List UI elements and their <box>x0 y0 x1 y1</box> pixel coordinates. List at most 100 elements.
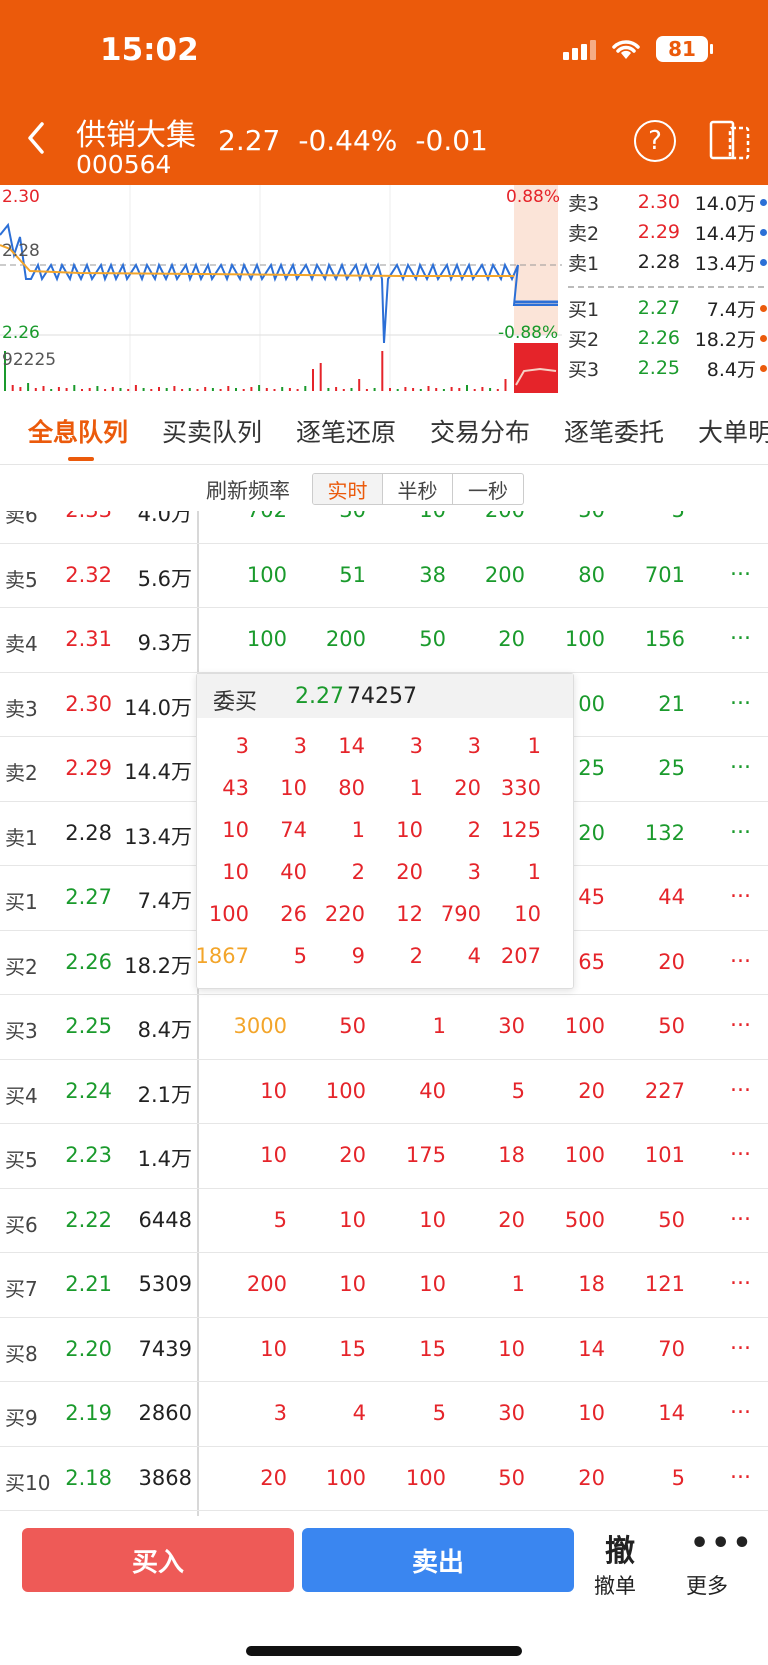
queue-price: 2.29 <box>65 756 112 780</box>
price-mid-label: 2.28 <box>2 241 40 261</box>
row-more-button[interactable]: ... <box>730 620 751 645</box>
row-more-button[interactable]: ... <box>730 1330 751 1355</box>
queue-qty: 70 <box>658 1336 685 1361</box>
row-more-button[interactable]: ... <box>730 1007 751 1032</box>
popup-qty: 10 <box>222 818 249 842</box>
cancel-order-label[interactable]: 撤单 <box>594 1570 636 1600</box>
order-book-price: 2.26 <box>637 327 680 349</box>
queue-qty: 20 <box>260 1465 287 1490</box>
row-more-button[interactable]: ... <box>730 1265 751 1290</box>
order-book-row: 买2 2.26 18.2万 <box>568 323 768 353</box>
order-book-dot-icon <box>760 364 767 372</box>
table-row[interactable]: 卖4 2.31 9.3万 100 200 50 20 100 156... <box>0 608 768 673</box>
popup-qty: 790 <box>440 902 481 926</box>
row-more-button[interactable]: ... <box>730 1201 751 1226</box>
chart-volume-bar <box>204 387 207 391</box>
queue-price: 2.22 <box>65 1207 112 1232</box>
order-book-volume: 13.4万 <box>694 252 756 275</box>
queue-price: 2.25 <box>65 1014 112 1038</box>
row-more-button[interactable]: ... <box>730 511 751 516</box>
table-row[interactable]: 买5 2.23 1.4万 10 20 175 18 100 101... <box>0 1124 768 1189</box>
order-book-volume: 7.4万 <box>706 298 756 321</box>
queue-qty: 10 <box>339 1207 366 1232</box>
queue-price: 2.32 <box>65 562 112 587</box>
help-icon[interactable]: ? <box>634 120 676 162</box>
queue-price: 2.24 <box>65 1078 112 1103</box>
row-more-button[interactable]: ... <box>730 749 751 774</box>
queue-price: 2.19 <box>65 1401 112 1425</box>
queue-price: 2.27 <box>65 885 112 909</box>
row-more-button[interactable]: ... <box>730 1136 751 1161</box>
sell-button[interactable]: 卖出 <box>302 1528 574 1592</box>
table-row[interactable]: 买9 2.19 2860 3 4 5 30 10 14... <box>0 1382 768 1447</box>
more-icon[interactable]: ••• <box>690 1526 754 1561</box>
row-more-button[interactable]: ... <box>730 1459 751 1484</box>
refresh-label: 刷新频率 <box>206 479 290 503</box>
table-row[interactable]: 买3 2.25 8.4万 3000 50 1 30 100 50... <box>0 995 768 1060</box>
queue-qty: 10 <box>419 1207 446 1232</box>
table-row[interactable]: 卖5 2.32 5.6万 100 51 38 200 80 701... <box>0 544 768 608</box>
row-more-button[interactable]: ... <box>730 814 751 839</box>
bid-queue-popup[interactable]: 委买 2.27 74257 3 3 14 3 3 1 43 10 80 1 20 330 10 74 1 10… <box>196 673 574 989</box>
popup-header: 委买 2.27 74257 <box>197 674 573 718</box>
tab-bar: 全息队列 买卖队列 逐笔还原 交易分布 逐笔委托 大单明 <box>0 393 768 465</box>
row-more-button[interactable]: ... <box>730 878 751 903</box>
popup-qty: 14 <box>338 734 365 758</box>
refresh-option-realtime[interactable]: 实时 <box>313 474 383 504</box>
queue-qty: 1 <box>511 1272 525 1296</box>
table-row[interactable]: 卖6 2.33 4.0万 702 30 10 200 50 5... <box>0 511 768 544</box>
order-book-row: 卖2 2.29 14.4万 <box>568 217 768 247</box>
more-label[interactable]: 更多 <box>686 1570 728 1600</box>
refresh-rate-bar: 刷新频率 实时 半秒 一秒 <box>0 465 768 511</box>
tab-3[interactable]: 交易分布 <box>430 413 530 449</box>
queue-qty: 15 <box>339 1336 366 1361</box>
popup-row: 10 74 1 10 2 125 <box>197 808 573 852</box>
table-row[interactable]: 买6 2.22 6448 5 10 10 20 500 50... <box>0 1189 768 1253</box>
stock-quote: 2.27 -0.44% -0.01 <box>218 124 488 157</box>
table-row[interactable]: 买8 2.20 7439 10 15 15 10 14 70... <box>0 1318 768 1382</box>
cancel-order-icon[interactable]: 撤 <box>600 1526 640 1570</box>
buy-button[interactable]: 买入 <box>22 1528 294 1592</box>
tab-2[interactable]: 逐笔还原 <box>296 413 396 449</box>
row-more-button[interactable]: ... <box>730 943 751 968</box>
row-more-button[interactable]: ... <box>730 1072 751 1097</box>
chart-volume-bar <box>288 388 291 391</box>
queue-qty: 5 <box>671 1465 685 1490</box>
refresh-option-half-second[interactable]: 半秒 <box>383 474 453 504</box>
row-more-button[interactable]: ... <box>730 685 751 710</box>
tab-5[interactable]: 大单明 <box>698 413 768 449</box>
popup-qty: 40 <box>280 860 307 884</box>
popup-row: 10 40 2 20 3 1 <box>197 850 573 894</box>
queue-volume: 2860 <box>138 1401 192 1425</box>
chart-after-hours-shade <box>514 185 558 335</box>
refresh-option-one-second[interactable]: 一秒 <box>453 474 523 504</box>
popup-price: 2.27 <box>295 684 344 709</box>
table-row[interactable]: 买7 2.21 5309 200 10 10 1 18 121... <box>0 1253 768 1318</box>
queue-qty: 20 <box>498 1207 525 1232</box>
chart-volume-bar <box>119 388 122 391</box>
order-book-price: 2.25 <box>637 357 680 379</box>
popup-qty: 12 <box>396 902 423 926</box>
switch-view-icon[interactable] <box>708 118 752 162</box>
row-more-button[interactable]: ... <box>730 556 751 581</box>
popup-qty: 330 <box>500 776 541 800</box>
tab-4[interactable]: 逐笔委托 <box>564 413 664 449</box>
queue-qty: 30 <box>498 1401 525 1425</box>
queue-qty: 44 <box>658 885 685 909</box>
pct-high-label: 0.88% <box>506 187 561 207</box>
queue-volume: 14.0万 <box>124 695 192 720</box>
table-row[interactable]: 买10 2.18 3868 20 100 100 50 20 5... <box>0 1447 768 1511</box>
order-book-volume: 18.2万 <box>694 328 756 351</box>
queue-qty: 10 <box>498 1336 525 1361</box>
tab-0[interactable]: 全息队列 <box>28 413 128 449</box>
table-row[interactable]: 买4 2.24 2.1万 10 100 40 5 20 227... <box>0 1060 768 1124</box>
intraday-chart[interactable]: 2.30 2.28 2.26 0.88% -0.88% 92225 <box>0 185 562 393</box>
tab-1[interactable]: 买卖队列 <box>162 413 262 449</box>
queue-volume: 7.4万 <box>137 889 192 913</box>
queue-qty: 20 <box>498 627 525 651</box>
chart-volume-bar <box>104 389 107 391</box>
chart-volume-bar <box>11 385 14 391</box>
back-arrow-icon[interactable] <box>22 118 52 158</box>
row-more-button[interactable]: ... <box>730 1394 751 1419</box>
stock-price: 2.27 <box>218 124 281 157</box>
